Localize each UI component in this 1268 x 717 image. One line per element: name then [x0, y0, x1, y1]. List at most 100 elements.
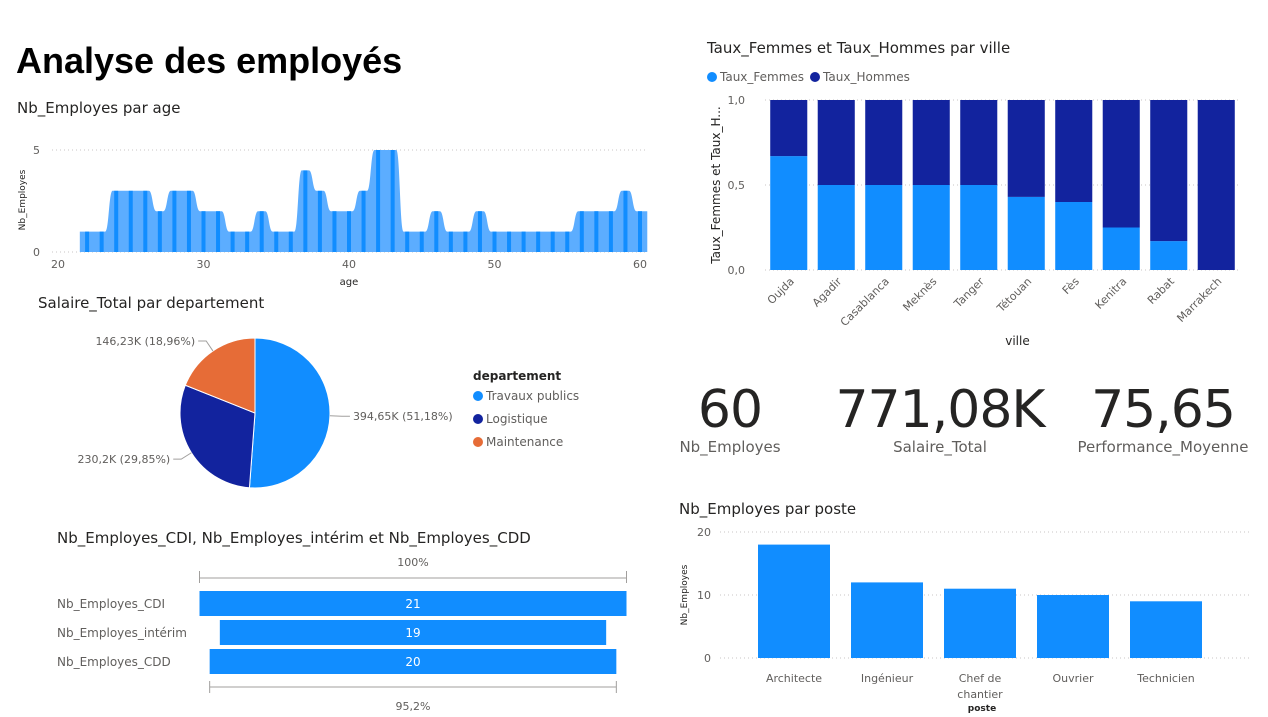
card-salaire-total[interactable]: 771,08K Salaire_Total [825, 380, 1055, 456]
age-data-point [477, 211, 482, 252]
funnel-value-label: 21 [405, 597, 420, 611]
bar-taux-hommes [1102, 100, 1140, 228]
pie-leader-line [173, 452, 192, 460]
legend-label: Taux_Femmes [720, 70, 805, 84]
age-data-point [463, 231, 468, 252]
age-data-point [245, 231, 250, 252]
age-data-point [347, 211, 351, 252]
funnel-bottom-label: 95,2% [396, 700, 431, 713]
y-tick-label: 10 [697, 589, 711, 602]
x-tick-label: Architecte [766, 672, 822, 685]
bar-poste [1037, 595, 1109, 658]
x-tick-label: Kenitra [1093, 275, 1130, 312]
poste-chart-title: Nb_Employes par poste [679, 500, 857, 518]
legend-taux-hommes[interactable]: Taux_Hommes [810, 70, 910, 84]
legend-travaux-publics[interactable]: Travaux publics [473, 389, 579, 403]
y-tick-label: 1,0 [728, 94, 746, 107]
age-chart-title: Nb_Employes par age [17, 99, 181, 117]
age-data-point [332, 211, 337, 252]
bar-poste [1130, 601, 1202, 658]
x-tick-label: Agadir [810, 275, 845, 310]
bar-taux-femmes [770, 156, 808, 270]
card-value: 60 [697, 380, 763, 440]
bar-poste [851, 582, 923, 658]
x-axis-title: ville [1005, 334, 1030, 348]
legend-taux-femmes[interactable]: Taux_Femmes [707, 70, 804, 84]
age-data-point [216, 211, 221, 252]
ville-stacked-bar-chart[interactable]: 0,0 0,5 1,0 Oujda AgadirCasablanca Meknès Tang… [700, 88, 1260, 353]
funnel-category-label: Nb_Employes_CDD [57, 655, 171, 669]
y-axis-title: Nb_Employes [18, 169, 28, 230]
x-tick-label: 50 [488, 258, 502, 271]
age-data-point [259, 211, 264, 252]
x-tick-label: 30 [197, 258, 211, 271]
card-value: 75,65 [1091, 380, 1236, 440]
card-label: Salaire_Total [893, 438, 987, 456]
funnel-category-label: Nb_Employes_CDI [57, 597, 165, 611]
age-data-point [405, 231, 410, 252]
x-tick-label: Ouvrier [1052, 672, 1093, 685]
pie-data-label: 146,23K (18,96%) [95, 335, 195, 348]
contrat-funnel-chart[interactable]: 100% 21 Nb_Employes_CDI 19 Nb_Employes_intér… [40, 550, 650, 715]
bar-taux-hommes [1150, 100, 1188, 242]
age-data-point [201, 211, 206, 252]
legend-maintenance[interactable]: Maintenance [473, 435, 579, 449]
x-tick-label: Technicien [1136, 672, 1195, 685]
age-data-point [128, 190, 133, 252]
bar-taux-hommes [960, 100, 998, 185]
x-tick-label: Meknès [900, 275, 939, 314]
legend-logistique[interactable]: Logistique [473, 412, 579, 426]
age-data-point [550, 231, 555, 252]
bar-taux-hommes [817, 100, 855, 185]
bar-taux-femmes [1150, 241, 1188, 270]
page-title: Analyse des employés [16, 40, 403, 81]
card-label: Nb_Employes [679, 438, 781, 456]
card-performance-moyenne[interactable]: 75,65 Performance_Moyenne [1068, 380, 1258, 460]
card-value: 771,08K [835, 380, 1045, 440]
age-data-point [390, 150, 395, 252]
age-data-point [448, 231, 453, 252]
age-data-point [274, 231, 279, 252]
x-tick-label: 20 [51, 258, 65, 271]
card-nb-employes[interactable]: 60 Nb_Employes [640, 380, 820, 456]
age-data-point [143, 190, 148, 252]
age-data-point [434, 211, 439, 252]
card-label: Performance_Moyenne [1077, 438, 1249, 456]
x-tick-label: 40 [342, 258, 356, 271]
x-tick-label: Ingénieur [861, 672, 914, 685]
y-tick-label: 5 [33, 144, 40, 157]
departement-pie-chart[interactable]: 394,65K (51,18%) 230,2K (29,85%) 146,23K (… [60, 320, 460, 510]
x-tick-label: Tétouan [994, 275, 1035, 316]
x-tick-label: chantier [957, 688, 1003, 701]
bar-poste [758, 544, 830, 658]
bar-taux-hommes [1055, 100, 1093, 202]
age-data-point [579, 211, 584, 252]
x-tick-label: Casablanca [838, 275, 892, 329]
bar-taux-femmes [865, 185, 903, 270]
bar-taux-femmes [960, 185, 998, 270]
x-axis-title: age [340, 277, 359, 288]
bar-taux-hommes [865, 100, 903, 185]
age-data-point [521, 231, 526, 252]
y-tick-label: 0,5 [728, 179, 746, 192]
age-data-point [507, 231, 512, 252]
age-area-chart[interactable]: 0 5 20 30 40 50 60 age Nb_Employes [0, 120, 660, 295]
x-tick-label: Rabat [1145, 274, 1177, 306]
x-tick-label: 60 [633, 258, 647, 271]
age-data-point [594, 211, 599, 252]
pie-data-label: 394,65K (51,18%) [353, 410, 453, 423]
bar-taux-hommes [912, 100, 950, 185]
age-data-point [565, 231, 570, 252]
x-tick-label: Tanger [951, 275, 987, 311]
pie-legend-title: departement [473, 369, 562, 383]
funnel-value-label: 19 [405, 626, 420, 640]
bar-taux-hommes [1007, 100, 1045, 197]
bar-taux-femmes [817, 185, 855, 270]
poste-bar-chart[interactable]: 0 10 20 Architecte Ingénieur Chef de chantier O… [670, 520, 1260, 717]
legend-label: Logistique [486, 412, 548, 426]
bar-taux-femmes [912, 185, 950, 270]
bar-taux-femmes [1007, 196, 1045, 270]
bar-taux-hommes [770, 100, 808, 157]
age-data-point [536, 231, 541, 252]
funnel-category-label: Nb_Employes_intérim [57, 626, 187, 640]
